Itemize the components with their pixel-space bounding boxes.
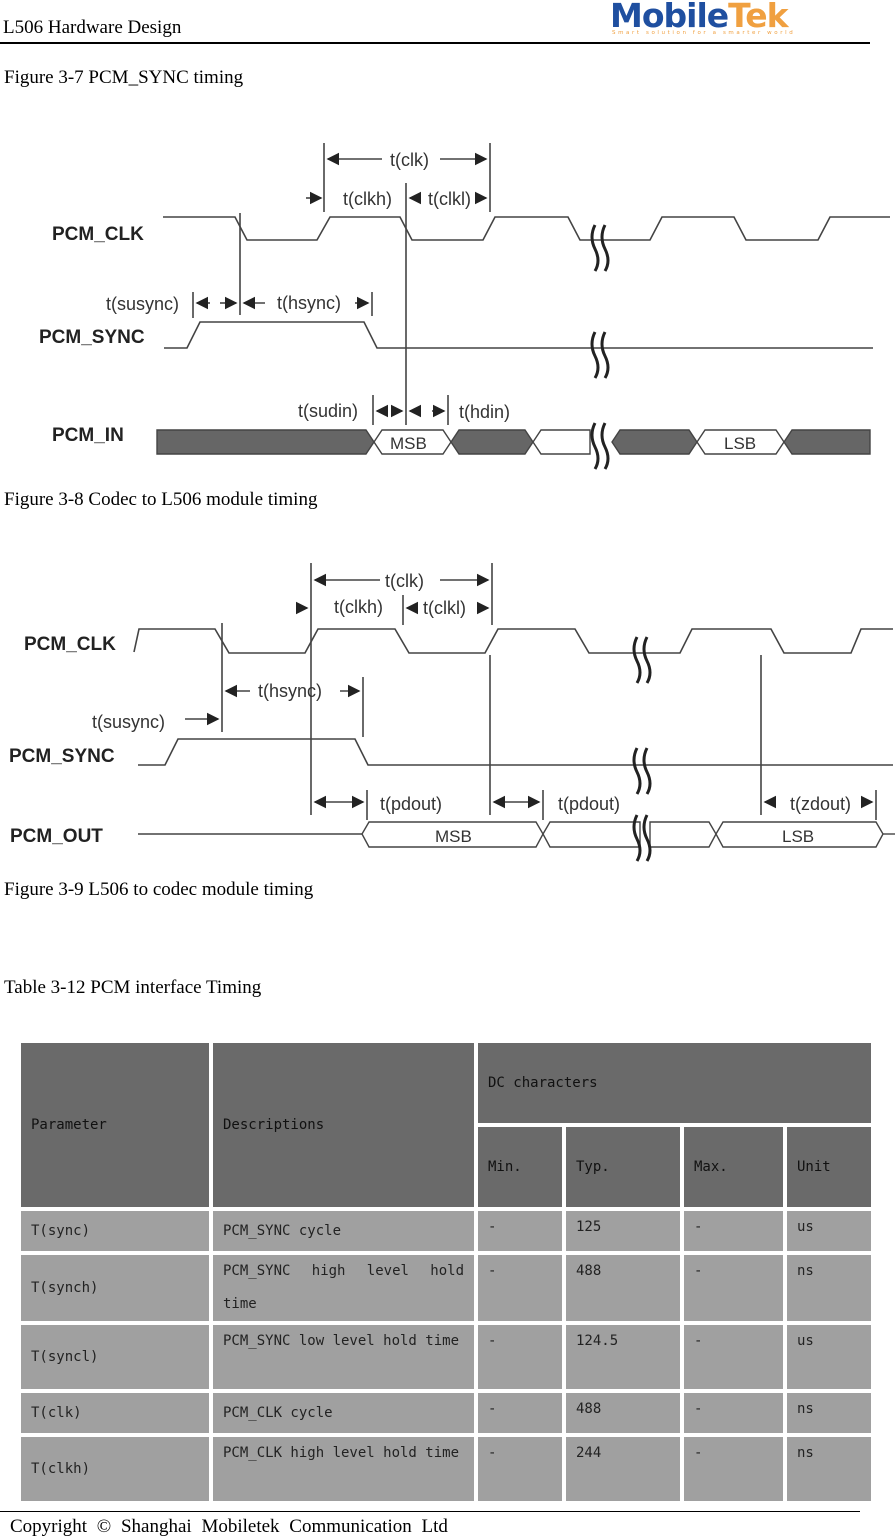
box-lsb: LSB	[724, 434, 756, 453]
pcm-clk-waveform	[163, 216, 890, 241]
table-row: T(sync) PCM_SYNC cycle - 125 - us	[21, 1211, 871, 1251]
table-3-12-caption: Table 3-12 PCM interface Timing	[4, 977, 262, 998]
cell-unit: us	[787, 1211, 871, 1251]
header-rule	[0, 42, 870, 44]
table-row: T(syncl) PCM_SYNC low level hold time - …	[21, 1325, 871, 1389]
label2-t-clk: t(clk)	[385, 571, 424, 591]
label-t-susync: t(susync)	[106, 294, 179, 314]
signal-label-pcm-sync: PCM_SYNC	[39, 327, 145, 348]
label-t-clk: t(clk)	[390, 150, 429, 170]
cell-min: -	[478, 1211, 562, 1251]
table-row: T(synch) PCM_SYNC high level hold time -…	[21, 1255, 871, 1321]
footer-copyright: Copyright © Shanghai Mobiletek Communica…	[10, 1516, 448, 1537]
signal-label-pcm-sync-2: PCM_SYNC	[9, 746, 115, 767]
cell-min: -	[478, 1437, 562, 1501]
signal-label-pcm-out: PCM_OUT	[10, 826, 103, 847]
cell-typ: 125	[566, 1211, 680, 1251]
cell-max: -	[684, 1393, 783, 1433]
header-max: Max.	[684, 1127, 783, 1207]
signal-label-pcm-clk-2: PCM_CLK	[24, 634, 116, 655]
label2-t-pdout-2: t(pdout)	[558, 794, 620, 814]
cell-max: -	[684, 1211, 783, 1251]
figure-3-7-caption: Figure 3-7 PCM_SYNC timing	[4, 67, 244, 88]
label2-t-susync: t(susync)	[92, 712, 165, 732]
cell-typ: 488	[566, 1393, 680, 1433]
pcm-interface-timing-table: Parameter Descriptions DC characters Min…	[17, 1039, 875, 1505]
cell-typ: 124.5	[566, 1325, 680, 1389]
header-typ: Typ.	[566, 1127, 680, 1207]
pcm-sync-waveform	[164, 321, 873, 349]
table-row: T(clkh) PCM_CLK high level hold time - 2…	[21, 1437, 871, 1501]
pcm-out-timing-diagram: PCM_CLK PCM_SYNC PCM_OUT t(clk) t(clkh) …	[9, 563, 895, 862]
label2-t-hsync: t(hsync)	[258, 681, 322, 701]
footer-rule	[0, 1511, 860, 1512]
box2-lsb: LSB	[782, 827, 814, 846]
header-parameter: Parameter	[21, 1043, 209, 1207]
document-header-title: L506 Hardware Design	[3, 17, 182, 38]
label-t-clkh: t(clkh)	[343, 189, 392, 209]
box-msb: MSB	[390, 434, 427, 453]
cell-parameter: T(clk)	[21, 1393, 209, 1433]
figure-3-8-caption: Figure 3-8 Codec to L506 module timing	[4, 489, 318, 510]
mobiletek-logo: MobileTek Smart solution for a smarter w…	[610, 0, 820, 40]
header-unit: Unit	[787, 1127, 871, 1207]
cell-max: -	[684, 1325, 783, 1389]
cell-description: PCM_SYNC low level hold time	[213, 1325, 474, 1389]
break-marks	[590, 224, 610, 470]
cell-unit: ns	[787, 1255, 871, 1321]
cell-parameter: T(clkh)	[21, 1437, 209, 1501]
signal-label-pcm-clk: PCM_CLK	[52, 224, 144, 245]
cell-description: PCM_SYNC cycle	[213, 1211, 474, 1251]
label2-t-zdout: t(zdout)	[790, 794, 851, 814]
cell-min: -	[478, 1255, 562, 1321]
cell-min: -	[478, 1325, 562, 1389]
label-t-hdin: t(hdin)	[459, 402, 510, 422]
label2-t-pdout-1: t(pdout)	[380, 794, 442, 814]
label-t-hsync: t(hsync)	[277, 293, 341, 313]
cell-description: PCM_SYNC high level hold time	[213, 1255, 474, 1321]
cell-max: -	[684, 1437, 783, 1501]
cell-typ: 488	[566, 1255, 680, 1321]
cell-unit: ns	[787, 1437, 871, 1501]
cell-parameter: T(sync)	[21, 1211, 209, 1251]
signal-label-pcm-in: PCM_IN	[52, 425, 124, 446]
pcm-sync-timing-diagram: PCM_CLK PCM_SYNC PCM_IN t(clk) t(clkh) t…	[39, 143, 890, 470]
label-t-clkl: t(clkl)	[428, 189, 471, 209]
cell-unit: us	[787, 1325, 871, 1389]
label2-t-clkl: t(clkl)	[423, 598, 466, 618]
cell-parameter: T(syncl)	[21, 1325, 209, 1389]
cell-max: -	[684, 1255, 783, 1321]
header-descriptions: Descriptions	[213, 1043, 474, 1207]
cell-unit: ns	[787, 1393, 871, 1433]
logo-tagline: Smart solution for a smarter world	[612, 30, 796, 36]
label-t-sudin: t(sudin)	[298, 401, 358, 421]
figure-3-9-caption: Figure 3-9 L506 to codec module timing	[4, 879, 314, 900]
cell-typ: 244	[566, 1437, 680, 1501]
label2-t-clkh: t(clkh)	[334, 597, 383, 617]
header-dc-characters: DC characters	[478, 1043, 871, 1123]
cell-description: PCM_CLK cycle	[213, 1393, 474, 1433]
cell-min: -	[478, 1393, 562, 1433]
box2-msb: MSB	[435, 827, 472, 846]
cell-description: PCM_CLK high level hold time	[213, 1437, 474, 1501]
cell-parameter: T(synch)	[21, 1255, 209, 1321]
header-min: Min.	[478, 1127, 562, 1207]
table-row: T(clk) PCM_CLK cycle - 488 - ns	[21, 1393, 871, 1433]
